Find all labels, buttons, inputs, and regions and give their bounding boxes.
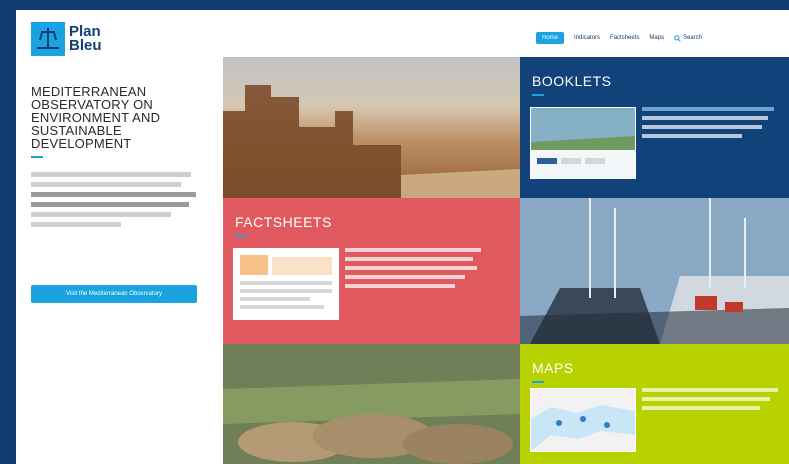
booklet-thumbnail[interactable] — [530, 107, 636, 179]
factsheet-thumbnail[interactable] — [233, 248, 339, 320]
observatory-cta-button[interactable]: Visit the Mediterranean Observatory — [31, 285, 197, 303]
factsheets-title-rule — [235, 235, 247, 237]
rocks-photo — [223, 344, 520, 464]
photo-tile-rocks — [223, 344, 520, 464]
booklets-description — [642, 107, 780, 138]
maps-title: MAPS — [532, 360, 574, 376]
tile-maps[interactable]: MAPS — [520, 344, 789, 464]
logo-text: Plan Bleu — [69, 24, 102, 54]
tile-factsheets[interactable]: FACTSHEETS — [223, 198, 520, 344]
intro-panel: MEDITERRANEAN OBSERVATORY ON ENVIRONMENT… — [31, 85, 201, 227]
booklets-title-rule — [532, 94, 544, 96]
plan-bleu-logo[interactable]: Plan Bleu — [31, 22, 131, 56]
nav-search[interactable]: Search — [674, 34, 703, 42]
logo-line-2: Bleu — [69, 37, 102, 54]
content-grid: BOOKLETS FACTSHEETS MAPS — [223, 57, 789, 464]
page-title: MEDITERRANEAN OBSERVATORY ON ENVIRONMENT… — [31, 85, 201, 150]
nav-item-indicators[interactable]: Indicators — [574, 35, 600, 41]
maps-thumbnail-image — [531, 389, 635, 451]
maps-thumbnail[interactable] — [530, 388, 636, 452]
page-frame: Plan Bleu Home Indicators Factsheets Map… — [16, 10, 789, 464]
photo-tile-boats — [520, 198, 789, 344]
nav-item-home[interactable]: Home — [536, 32, 565, 44]
nav-item-maps[interactable]: Maps — [649, 35, 664, 41]
kasbah-photo — [223, 57, 520, 198]
photo-tile-kasbah — [223, 57, 520, 198]
title-underline — [31, 156, 43, 158]
factsheets-description — [345, 248, 483, 288]
factsheet-thumbnail-image — [234, 249, 338, 319]
booklet-thumbnail-image — [531, 108, 635, 178]
nav-search-label: Search — [683, 35, 703, 41]
logo-mark-icon — [31, 22, 65, 56]
search-icon — [674, 34, 681, 42]
maps-title-rule — [532, 381, 544, 383]
factsheets-title: FACTSHEETS — [235, 214, 332, 230]
maps-description — [642, 388, 780, 410]
intro-text-placeholder — [31, 172, 201, 227]
nav-item-factsheets[interactable]: Factsheets — [610, 35, 639, 41]
boats-photo — [520, 198, 789, 344]
top-nav: Home Indicators Factsheets Maps Search — [536, 32, 702, 44]
booklets-title: BOOKLETS — [532, 73, 612, 89]
tile-booklets[interactable]: BOOKLETS — [520, 57, 789, 198]
page-title-line-5: DEVELOPMENT — [31, 136, 132, 151]
